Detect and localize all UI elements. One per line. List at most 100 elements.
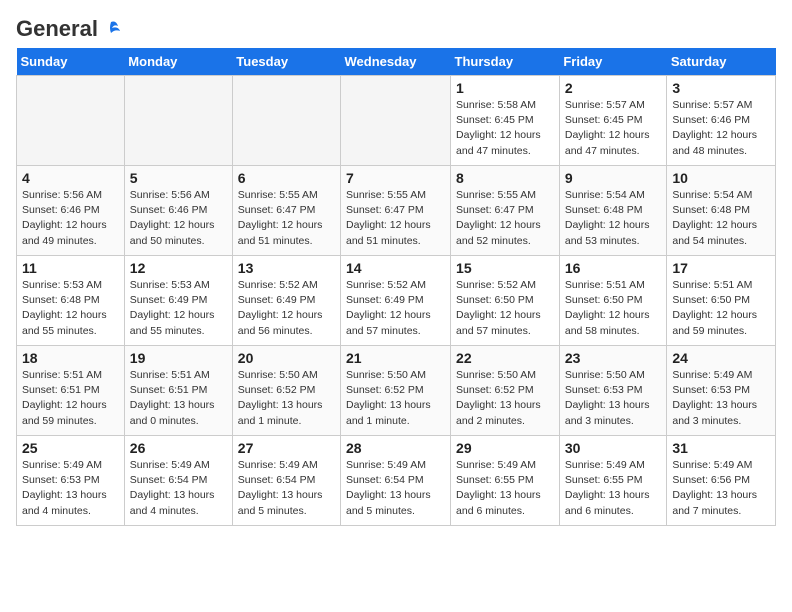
day-detail: Sunrise: 5:58 AMSunset: 6:45 PMDaylight:… (456, 98, 554, 159)
empty-cell (17, 76, 125, 166)
day-detail: Sunrise: 5:53 AMSunset: 6:49 PMDaylight:… (130, 278, 227, 339)
day-cell-24: 24 Sunrise: 5:49 AMSunset: 6:53 PMDayligh… (667, 346, 776, 436)
day-detail: Sunrise: 5:55 AMSunset: 6:47 PMDaylight:… (456, 188, 554, 249)
week-row-5: 25 Sunrise: 5:49 AMSunset: 6:53 PMDayligh… (17, 436, 776, 526)
day-cell-22: 22Sunrise: 5:50 AMSunset: 6:52 PMDayligh… (451, 346, 560, 436)
day-detail: Sunrise: 5:57 AMSunset: 6:45 PMDaylight:… (565, 98, 662, 159)
day-detail: Sunrise: 5:49 AMSunset: 6:54 PMDaylight:… (346, 458, 445, 519)
day-number: 5 (130, 170, 227, 186)
day-cell-29: 29 Sunrise: 5:49 AMSunset: 6:55 PMDayligh… (451, 436, 560, 526)
weekday-header-row: SundayMondayTuesdayWednesdayThursdayFrid… (17, 48, 776, 76)
day-cell-21: 21 Sunrise: 5:50 AMSunset: 6:52 PMDayligh… (341, 346, 451, 436)
day-number: 11 (22, 260, 119, 276)
day-number: 31 (672, 440, 770, 456)
week-row-3: 11 Sunrise: 5:53 AMSunset: 6:48 PMDayligh… (17, 256, 776, 346)
weekday-header-tuesday: Tuesday (232, 48, 340, 76)
day-cell-28: 28 Sunrise: 5:49 AMSunset: 6:54 PMDayligh… (341, 436, 451, 526)
page-header: General (16, 16, 776, 38)
day-cell-16: 16 Sunrise: 5:51 AMSunset: 6:50 PMDayligh… (559, 256, 667, 346)
empty-cell (232, 76, 340, 166)
day-detail: Sunrise: 5:49 AMSunset: 6:53 PMDaylight:… (22, 458, 119, 519)
day-cell-2: 2 Sunrise: 5:57 AMSunset: 6:45 PMDaylight… (559, 76, 667, 166)
week-row-2: 4Sunrise: 5:56 AMSunset: 6:46 PMDaylight… (17, 166, 776, 256)
day-number: 20 (238, 350, 335, 366)
logo-bird-icon (100, 18, 122, 40)
day-number: 12 (130, 260, 227, 276)
day-detail: Sunrise: 5:50 AMSunset: 6:52 PMDaylight:… (346, 368, 445, 429)
day-detail: Sunrise: 5:52 AMSunset: 6:49 PMDaylight:… (238, 278, 335, 339)
week-row-1: 1 Sunrise: 5:58 AMSunset: 6:45 PMDaylight… (17, 76, 776, 166)
day-cell-26: 26 Sunrise: 5:49 AMSunset: 6:54 PMDayligh… (124, 436, 232, 526)
day-cell-10: 10Sunrise: 5:54 AMSunset: 6:48 PMDayligh… (667, 166, 776, 256)
day-number: 13 (238, 260, 335, 276)
day-detail: Sunrise: 5:54 AMSunset: 6:48 PMDaylight:… (565, 188, 662, 249)
day-number: 26 (130, 440, 227, 456)
day-detail: Sunrise: 5:51 AMSunset: 6:51 PMDaylight:… (22, 368, 119, 429)
day-cell-3: 3Sunrise: 5:57 AMSunset: 6:46 PMDaylight… (667, 76, 776, 166)
day-detail: Sunrise: 5:56 AMSunset: 6:46 PMDaylight:… (130, 188, 227, 249)
day-detail: Sunrise: 5:49 AMSunset: 6:53 PMDaylight:… (672, 368, 770, 429)
day-number: 7 (346, 170, 445, 186)
day-cell-18: 18Sunrise: 5:51 AMSunset: 6:51 PMDayligh… (17, 346, 125, 436)
weekday-header-monday: Monday (124, 48, 232, 76)
day-cell-30: 30Sunrise: 5:49 AMSunset: 6:55 PMDayligh… (559, 436, 667, 526)
day-number: 21 (346, 350, 445, 366)
day-detail: Sunrise: 5:50 AMSunset: 6:52 PMDaylight:… (456, 368, 554, 429)
day-number: 28 (346, 440, 445, 456)
day-number: 25 (22, 440, 119, 456)
day-cell-31: 31 Sunrise: 5:49 AMSunset: 6:56 PMDayligh… (667, 436, 776, 526)
day-detail: Sunrise: 5:49 AMSunset: 6:54 PMDaylight:… (238, 458, 335, 519)
day-detail: Sunrise: 5:49 AMSunset: 6:56 PMDaylight:… (672, 458, 770, 519)
logo: General (16, 16, 122, 38)
day-cell-23: 23Sunrise: 5:50 AMSunset: 6:53 PMDayligh… (559, 346, 667, 436)
day-detail: Sunrise: 5:55 AMSunset: 6:47 PMDaylight:… (346, 188, 445, 249)
day-cell-27: 27 Sunrise: 5:49 AMSunset: 6:54 PMDayligh… (232, 436, 340, 526)
weekday-header-friday: Friday (559, 48, 667, 76)
day-number: 29 (456, 440, 554, 456)
day-detail: Sunrise: 5:55 AMSunset: 6:47 PMDaylight:… (238, 188, 335, 249)
logo-text-general: General (16, 16, 98, 42)
day-detail: Sunrise: 5:49 AMSunset: 6:54 PMDaylight:… (130, 458, 227, 519)
day-number: 30 (565, 440, 662, 456)
day-number: 17 (672, 260, 770, 276)
day-number: 9 (565, 170, 662, 186)
day-number: 15 (456, 260, 554, 276)
weekday-header-thursday: Thursday (451, 48, 560, 76)
day-detail: Sunrise: 5:57 AMSunset: 6:46 PMDaylight:… (672, 98, 770, 159)
day-cell-17: 17 Sunrise: 5:51 AMSunset: 6:50 PMDayligh… (667, 256, 776, 346)
day-detail: Sunrise: 5:56 AMSunset: 6:46 PMDaylight:… (22, 188, 119, 249)
day-cell-4: 4Sunrise: 5:56 AMSunset: 6:46 PMDaylight… (17, 166, 125, 256)
day-cell-13: 13 Sunrise: 5:52 AMSunset: 6:49 PMDayligh… (232, 256, 340, 346)
day-detail: Sunrise: 5:50 AMSunset: 6:53 PMDaylight:… (565, 368, 662, 429)
day-cell-19: 19 Sunrise: 5:51 AMSunset: 6:51 PMDayligh… (124, 346, 232, 436)
day-detail: Sunrise: 5:50 AMSunset: 6:52 PMDaylight:… (238, 368, 335, 429)
day-detail: Sunrise: 5:52 AMSunset: 6:50 PMDaylight:… (456, 278, 554, 339)
day-number: 19 (130, 350, 227, 366)
day-cell-5: 5 Sunrise: 5:56 AMSunset: 6:46 PMDaylight… (124, 166, 232, 256)
day-detail: Sunrise: 5:49 AMSunset: 6:55 PMDaylight:… (456, 458, 554, 519)
day-cell-15: 15 Sunrise: 5:52 AMSunset: 6:50 PMDayligh… (451, 256, 560, 346)
day-cell-12: 12 Sunrise: 5:53 AMSunset: 6:49 PMDayligh… (124, 256, 232, 346)
day-number: 6 (238, 170, 335, 186)
day-detail: Sunrise: 5:51 AMSunset: 6:50 PMDaylight:… (672, 278, 770, 339)
day-cell-11: 11 Sunrise: 5:53 AMSunset: 6:48 PMDayligh… (17, 256, 125, 346)
day-number: 14 (346, 260, 445, 276)
day-number: 1 (456, 80, 554, 96)
weekday-header-sunday: Sunday (17, 48, 125, 76)
day-cell-25: 25 Sunrise: 5:49 AMSunset: 6:53 PMDayligh… (17, 436, 125, 526)
weekday-header-wednesday: Wednesday (341, 48, 451, 76)
day-detail: Sunrise: 5:52 AMSunset: 6:49 PMDaylight:… (346, 278, 445, 339)
day-number: 27 (238, 440, 335, 456)
week-row-4: 18Sunrise: 5:51 AMSunset: 6:51 PMDayligh… (17, 346, 776, 436)
day-detail: Sunrise: 5:53 AMSunset: 6:48 PMDaylight:… (22, 278, 119, 339)
day-detail: Sunrise: 5:51 AMSunset: 6:51 PMDaylight:… (130, 368, 227, 429)
empty-cell (341, 76, 451, 166)
day-detail: Sunrise: 5:51 AMSunset: 6:50 PMDaylight:… (565, 278, 662, 339)
day-number: 2 (565, 80, 662, 96)
day-cell-9: 9 Sunrise: 5:54 AMSunset: 6:48 PMDaylight… (559, 166, 667, 256)
day-number: 24 (672, 350, 770, 366)
day-number: 8 (456, 170, 554, 186)
day-cell-1: 1 Sunrise: 5:58 AMSunset: 6:45 PMDaylight… (451, 76, 560, 166)
day-number: 16 (565, 260, 662, 276)
day-cell-20: 20 Sunrise: 5:50 AMSunset: 6:52 PMDayligh… (232, 346, 340, 436)
